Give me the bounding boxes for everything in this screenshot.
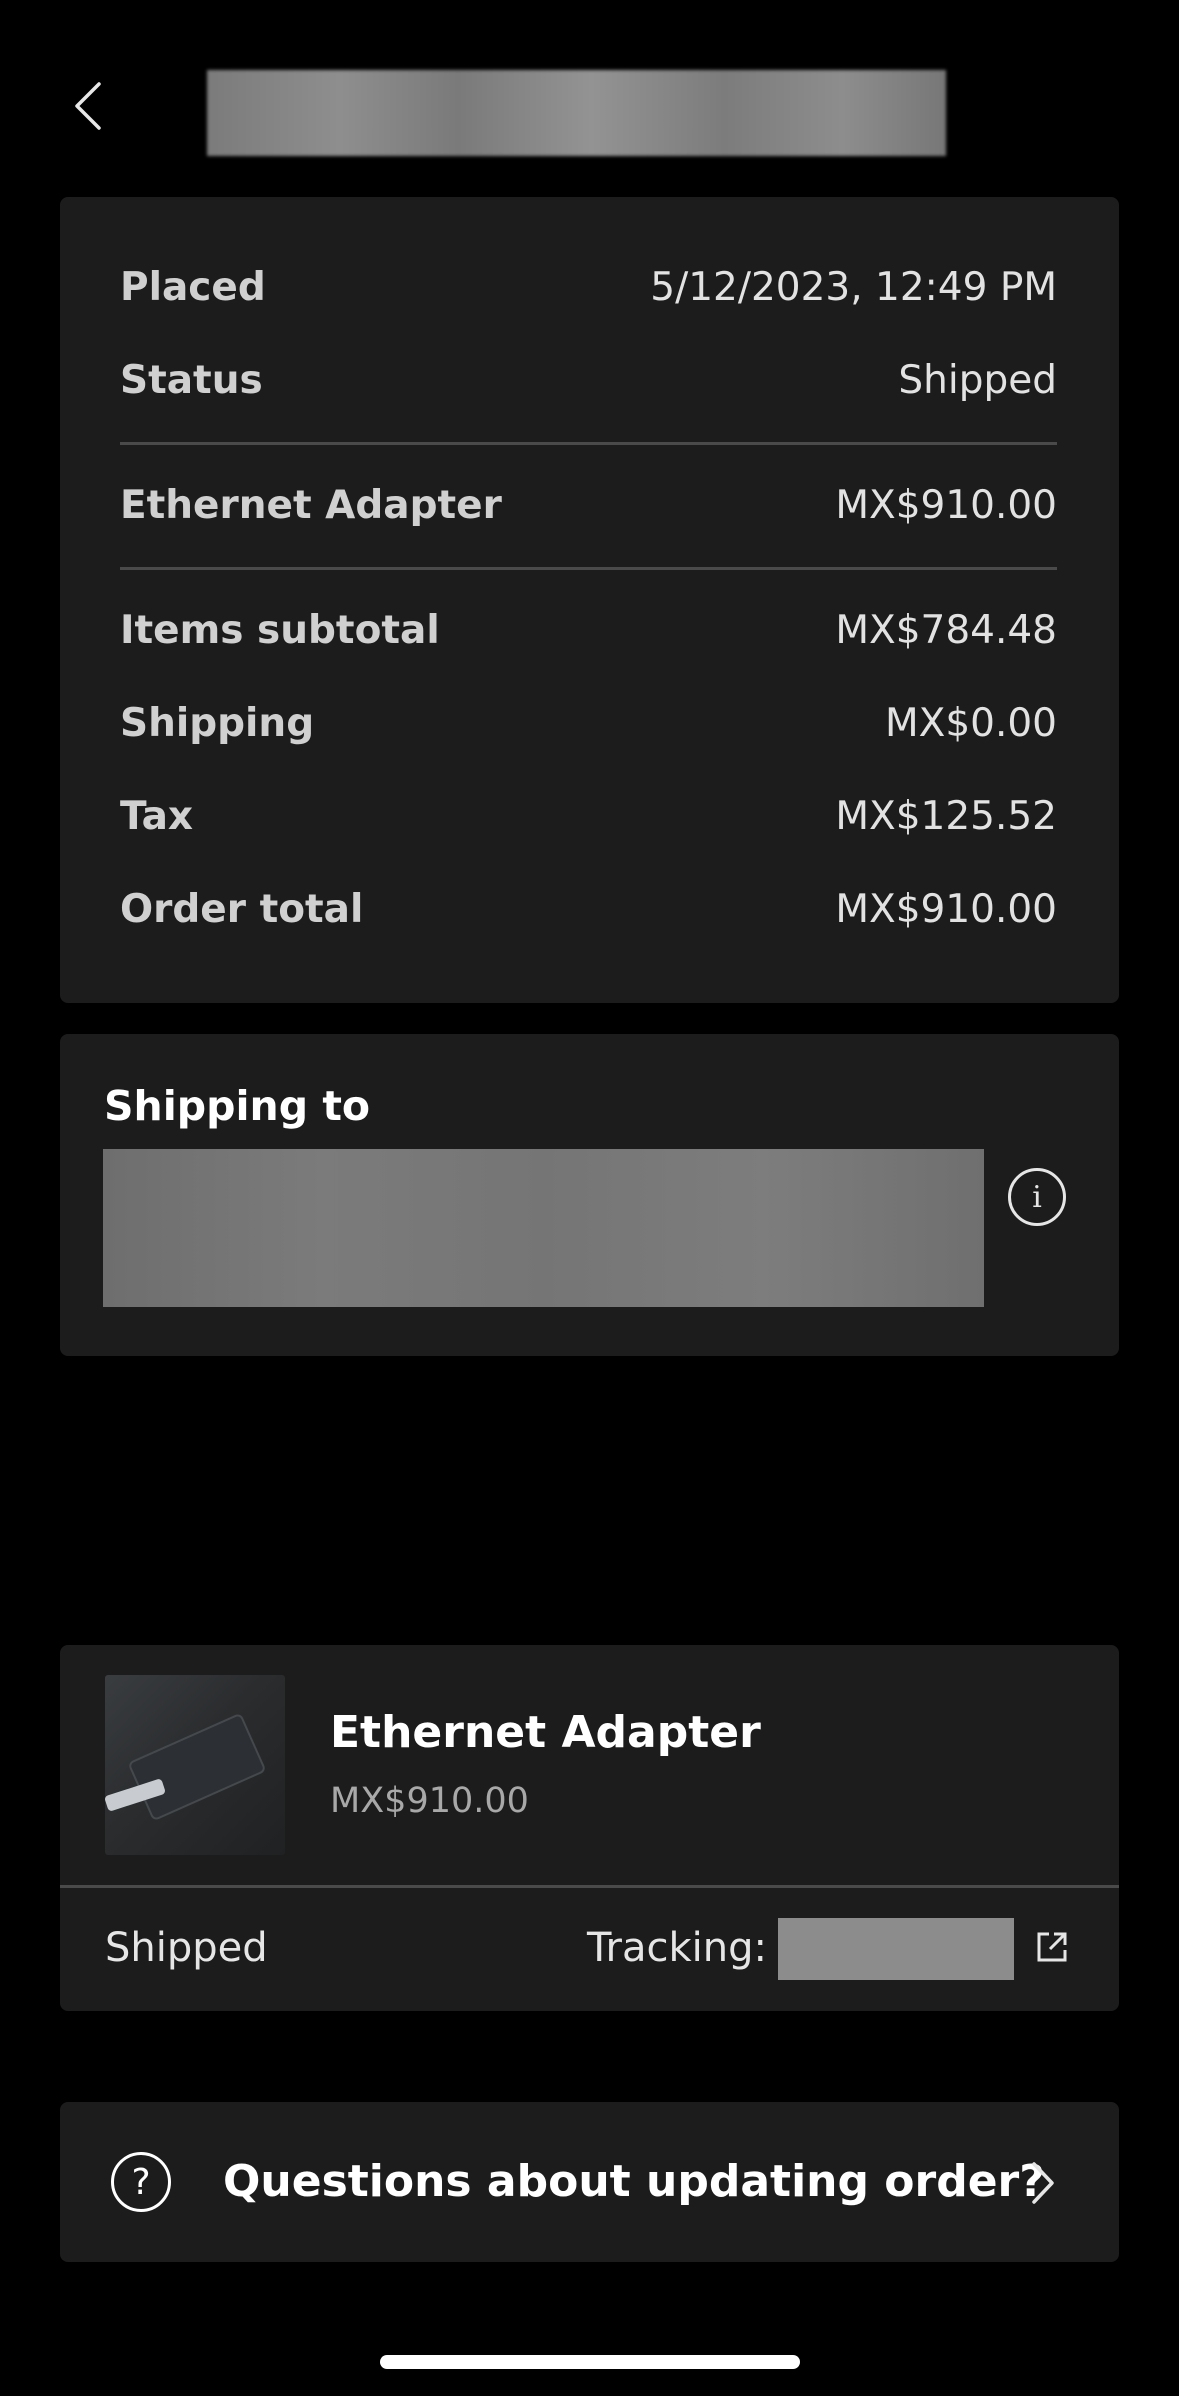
info-icon: i — [1032, 1179, 1042, 1215]
status-value: Shipped — [898, 358, 1057, 403]
product-value: MX$910.00 — [835, 483, 1057, 528]
questions-label: Questions about updating order? — [223, 2156, 1045, 2207]
tracking-number-redacted — [778, 1918, 1014, 1980]
questions-button[interactable]: ? Questions about updating order? — [60, 2102, 1119, 2262]
home-indicator[interactable] — [380, 2355, 800, 2369]
order-total-row: Order total MX$910.00 — [120, 890, 1057, 929]
question-circle-icon: ? — [111, 2152, 171, 2212]
shipping-address-card: Shipping to i — [60, 1034, 1119, 1356]
info-button[interactable]: i — [1008, 1168, 1066, 1226]
order-total-label: Order total — [120, 887, 364, 932]
order-total-value: MX$910.00 — [835, 887, 1057, 932]
order-title-redacted — [207, 70, 946, 156]
placed-row: Placed 5/12/2023, 12:49 PM — [120, 268, 1057, 307]
product-label: Ethernet Adapter — [120, 483, 502, 528]
divider — [60, 1885, 1119, 1888]
placed-label: Placed — [120, 265, 266, 310]
shipping-label: Shipping — [120, 701, 315, 746]
chevron-right-icon — [1023, 2160, 1063, 2206]
tracking-label: Tracking: — [587, 1925, 767, 1971]
status-label: Status — [120, 358, 263, 403]
item-status: Shipped — [105, 1925, 268, 1971]
item-name: Ethernet Adapter — [330, 1707, 761, 1758]
shipping-value: MX$0.00 — [884, 701, 1057, 746]
order-summary-card: Placed 5/12/2023, 12:49 PM Status Shippe… — [60, 197, 1119, 1003]
subtotal-label: Items subtotal — [120, 608, 440, 653]
item-price: MX$910.00 — [330, 1781, 529, 1821]
status-row: Status Shipped — [120, 361, 1057, 400]
external-link-icon — [1037, 1932, 1067, 1962]
address-redacted — [103, 1149, 984, 1307]
tax-row: Tax MX$125.52 — [120, 797, 1057, 836]
order-item-card[interactable]: Ethernet Adapter MX$910.00 Shipped Track… — [60, 1645, 1119, 2011]
tax-value: MX$125.52 — [835, 794, 1057, 839]
divider — [120, 442, 1057, 445]
tracking-link-button[interactable] — [1032, 1927, 1072, 1967]
chevron-left-icon — [75, 82, 101, 130]
subtotal-value: MX$784.48 — [835, 608, 1057, 653]
shipping-row: Shipping MX$0.00 — [120, 704, 1057, 743]
back-button[interactable] — [60, 76, 116, 136]
subtotal-row: Items subtotal MX$784.48 — [120, 611, 1057, 650]
shipping-to-title: Shipping to — [104, 1082, 371, 1130]
placed-value: 5/12/2023, 12:49 PM — [650, 265, 1057, 310]
tax-label: Tax — [120, 794, 194, 839]
divider — [120, 567, 1057, 570]
product-row: Ethernet Adapter MX$910.00 — [120, 486, 1057, 525]
product-thumbnail — [105, 1675, 285, 1855]
